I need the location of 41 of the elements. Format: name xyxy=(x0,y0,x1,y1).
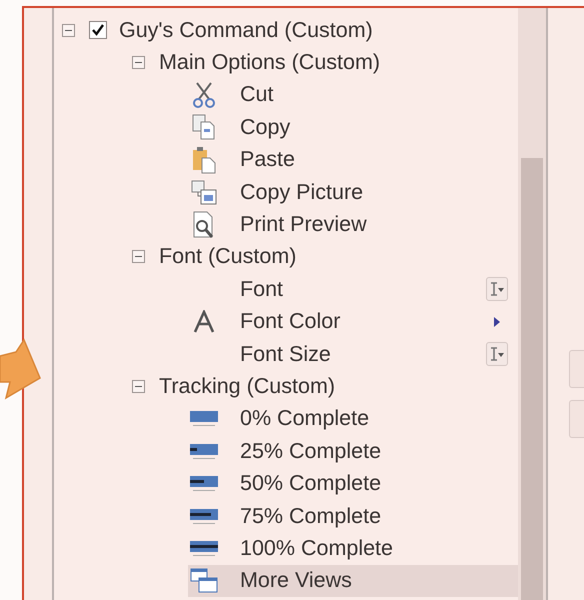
progress-bar-icon xyxy=(190,444,218,459)
tree-item[interactable]: Font Size xyxy=(188,338,518,370)
collapse-toggle[interactable] xyxy=(132,380,145,393)
copy-picture-icon xyxy=(190,178,218,206)
text-cursor-dropdown-icon xyxy=(490,282,504,296)
tree-item[interactable]: Font Color xyxy=(188,306,518,338)
progress-bar-icon xyxy=(190,411,218,426)
dropdown-button[interactable] xyxy=(486,277,508,302)
tree-item[interactable]: 25% Complete xyxy=(188,435,518,468)
tree-item[interactable]: Font xyxy=(188,273,518,306)
tree-item[interactable]: 50% Complete xyxy=(188,467,518,500)
tree-item[interactable]: 75% Complete xyxy=(188,500,518,532)
tree-group-label[interactable]: Font (Custom) xyxy=(159,244,296,270)
tree-item[interactable]: Print Preview xyxy=(188,208,518,241)
copy-icon xyxy=(191,113,217,142)
clipboard-icon xyxy=(191,146,217,174)
letter-a-icon xyxy=(193,310,215,334)
triangle-icon xyxy=(494,316,500,327)
collapse-toggle[interactable] xyxy=(62,24,75,37)
collapse-toggle[interactable] xyxy=(132,56,145,70)
tree-group-label[interactable]: Main Options (Custom) xyxy=(159,50,380,76)
arrow-drawing xyxy=(0,338,42,402)
progress-bar-icon xyxy=(190,540,218,556)
scrollbar[interactable] xyxy=(518,8,546,600)
text-cursor-dropdown-icon xyxy=(490,347,504,362)
dropdown-button[interactable] xyxy=(486,342,508,366)
tree-item[interactable]: Cut xyxy=(188,78,518,112)
progress-bar-icon xyxy=(190,476,218,492)
scissors-icon xyxy=(191,80,217,109)
checkbox[interactable] xyxy=(89,21,107,40)
tree-group-label[interactable]: Tracking (Custom) xyxy=(159,374,336,399)
tree-item[interactable]: Copy xyxy=(188,111,518,144)
tree-item[interactable]: Paste xyxy=(188,144,518,176)
tree-item[interactable]: 0% Complete xyxy=(188,402,518,436)
tree-group-label[interactable]: Guy's Command (Custom) xyxy=(119,18,373,43)
tree-item[interactable]: Copy Picture xyxy=(188,176,518,208)
tree-item[interactable]: More Views xyxy=(188,564,518,598)
windows-icon xyxy=(189,566,219,595)
collapse-toggle[interactable] xyxy=(132,250,145,264)
progress-bar-icon xyxy=(190,508,218,524)
tree-item[interactable]: 100% Complete xyxy=(188,532,518,565)
